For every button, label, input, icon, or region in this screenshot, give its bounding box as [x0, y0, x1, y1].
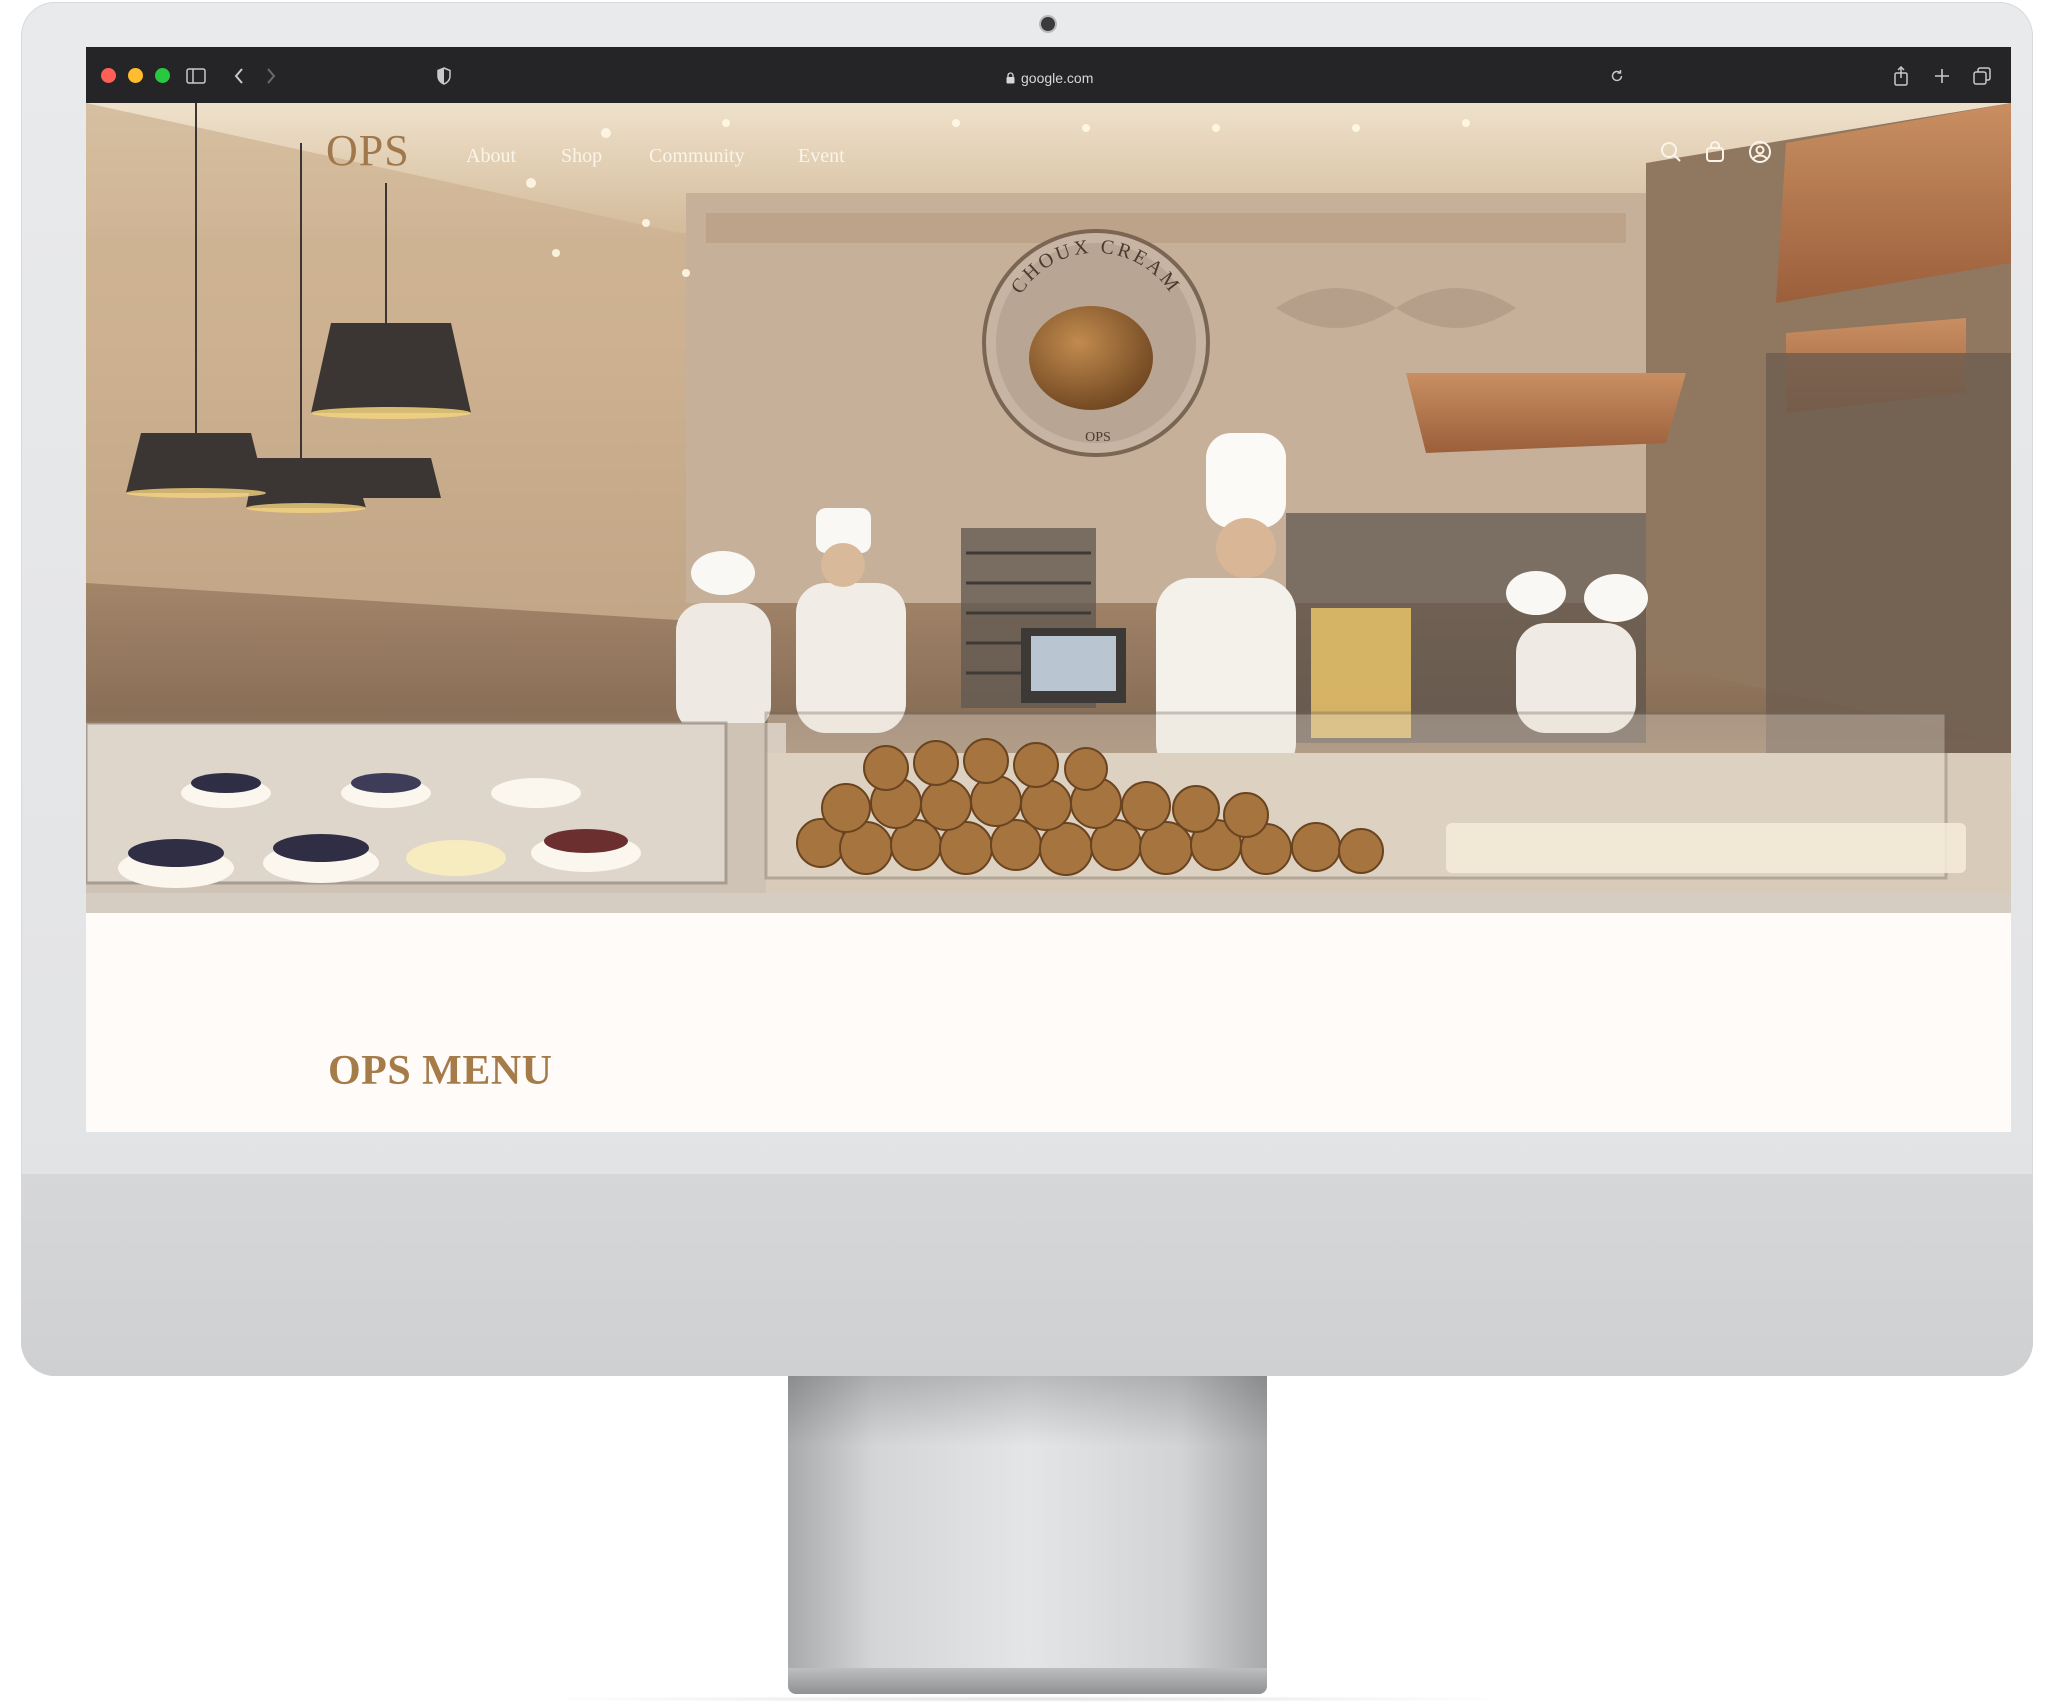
- hero-image-bakery: CHOUX CREAM OPS OPS About Shop Community…: [86, 103, 2011, 913]
- back-icon[interactable]: [226, 63, 252, 89]
- url-text: google.com: [1021, 70, 1094, 86]
- camera: [1041, 17, 1055, 31]
- site-logo[interactable]: OPS: [326, 125, 410, 176]
- account-icon[interactable]: [1748, 140, 1774, 166]
- section-title: OPS MENU: [328, 1048, 553, 1094]
- nav-event[interactable]: Event: [798, 145, 845, 168]
- shopping-bag-icon[interactable]: [1703, 140, 1729, 166]
- new-tab-icon[interactable]: [1929, 63, 1955, 89]
- share-icon[interactable]: [1888, 63, 1914, 89]
- web-page: CHOUX CREAM OPS OPS About Shop Community…: [86, 103, 2011, 1132]
- privacy-shield-icon[interactable]: [431, 63, 457, 89]
- close-window-button[interactable]: [101, 68, 116, 83]
- browser-toolbar: google.com: [86, 47, 2011, 103]
- zoom-window-button[interactable]: [155, 68, 170, 83]
- address-bar[interactable]: google.com: [1006, 70, 1093, 86]
- screen: google.com CHOUX CREAM OPS OPS About Sho…: [86, 47, 2011, 1132]
- choux-cream-sign: CHOUX CREAM OPS: [982, 229, 1210, 457]
- stand-shadow: [520, 1696, 1534, 1702]
- imac-stand: [788, 1376, 1267, 1674]
- nav-community[interactable]: Community: [649, 145, 745, 168]
- imac-stand-foot: [788, 1668, 1267, 1694]
- reload-icon[interactable]: [1604, 63, 1630, 89]
- tab-overview-icon[interactable]: [1969, 63, 1995, 89]
- nav-shop[interactable]: Shop: [561, 145, 602, 168]
- nav-about[interactable]: About: [466, 145, 516, 168]
- lock-icon: [1006, 72, 1015, 84]
- search-icon[interactable]: [1659, 140, 1685, 166]
- sign-logo: OPS: [1085, 430, 1111, 445]
- site-header: OPS About Shop Community Event: [86, 103, 2011, 213]
- imac-chin: [21, 1174, 2033, 1376]
- forward-icon[interactable]: [258, 63, 284, 89]
- imac-display: google.com CHOUX CREAM OPS OPS About Sho…: [21, 2, 2033, 1376]
- minimize-window-button[interactable]: [128, 68, 143, 83]
- sidebar-toggle-icon[interactable]: [183, 63, 209, 89]
